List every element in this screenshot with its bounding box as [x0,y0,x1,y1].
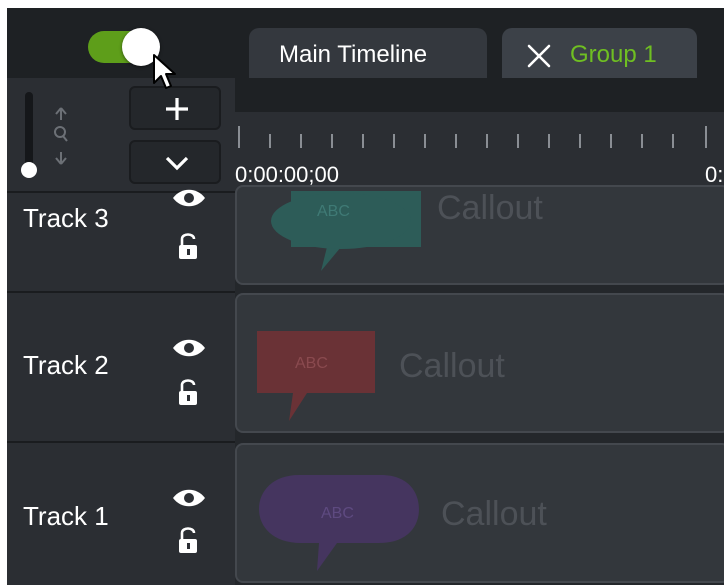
eye-icon[interactable] [171,337,207,359]
track-lane-2: ABC Callout [235,291,724,441]
timeline-header: Main Timeline Group 1 [7,8,724,78]
tab-main-timeline[interactable]: Main Timeline [249,28,487,78]
clip-label: Callout [399,347,505,385]
lock-icon[interactable] [177,231,199,261]
callout-clip-2[interactable]: ABC Callout [235,293,724,433]
callout-clip-3[interactable]: ABC Callout [235,185,724,285]
lock-icon[interactable] [177,525,199,555]
close-icon[interactable] [526,43,552,69]
bubble-text: ABC [317,203,350,220]
callout-clip-1[interactable]: ABC Callout [235,443,724,583]
timeline-panel: Main Timeline Group 1 0:00:00;00 0: Trac… [7,8,724,585]
ruler-ticks [238,126,707,148]
collapse-tracks-button[interactable] [129,140,221,184]
timeline-toggle-switch[interactable] [88,28,160,66]
speech-bubble-icon [271,191,421,271]
bubble-text: ABC [295,355,328,372]
tab-group-1[interactable]: Group 1 [502,28,697,78]
track-lane-1: ABC Callout [235,441,724,585]
zoom-icon [54,107,68,165]
track-name: Track 1 [23,501,109,531]
bubble-text: ABC [321,505,354,522]
tab-main-timeline-label: Main Timeline [279,41,428,68]
tab-group-1-label: Group 1 [570,41,657,68]
eye-icon[interactable] [171,487,207,509]
chevron-down-icon [165,156,189,171]
track-header-2[interactable]: Track 2 [7,291,235,441]
lock-icon[interactable] [177,377,199,407]
timeline-ruler[interactable]: 0:00:00;00 0: [235,78,724,191]
track-header-3[interactable]: Track 3 [7,189,235,291]
mouse-pointer-icon [153,54,176,89]
clip-label: Callout [437,189,543,227]
eye-icon[interactable] [171,187,207,209]
speech-bubble-icon [259,475,419,571]
track-header-1[interactable]: Track 1 [7,441,235,585]
zoom-slider-thumb[interactable] [21,162,37,178]
track-controls [7,78,235,191]
speech-bubble-icon [257,331,375,421]
clip-label: Callout [441,495,547,533]
zoom-slider[interactable] [25,92,33,172]
track-name: Track 3 [23,203,109,233]
track-name: Track 2 [23,350,109,380]
track-lane-3: ABC Callout [235,185,724,291]
plus-icon [166,98,188,120]
ruler-track-bar [235,78,724,112]
